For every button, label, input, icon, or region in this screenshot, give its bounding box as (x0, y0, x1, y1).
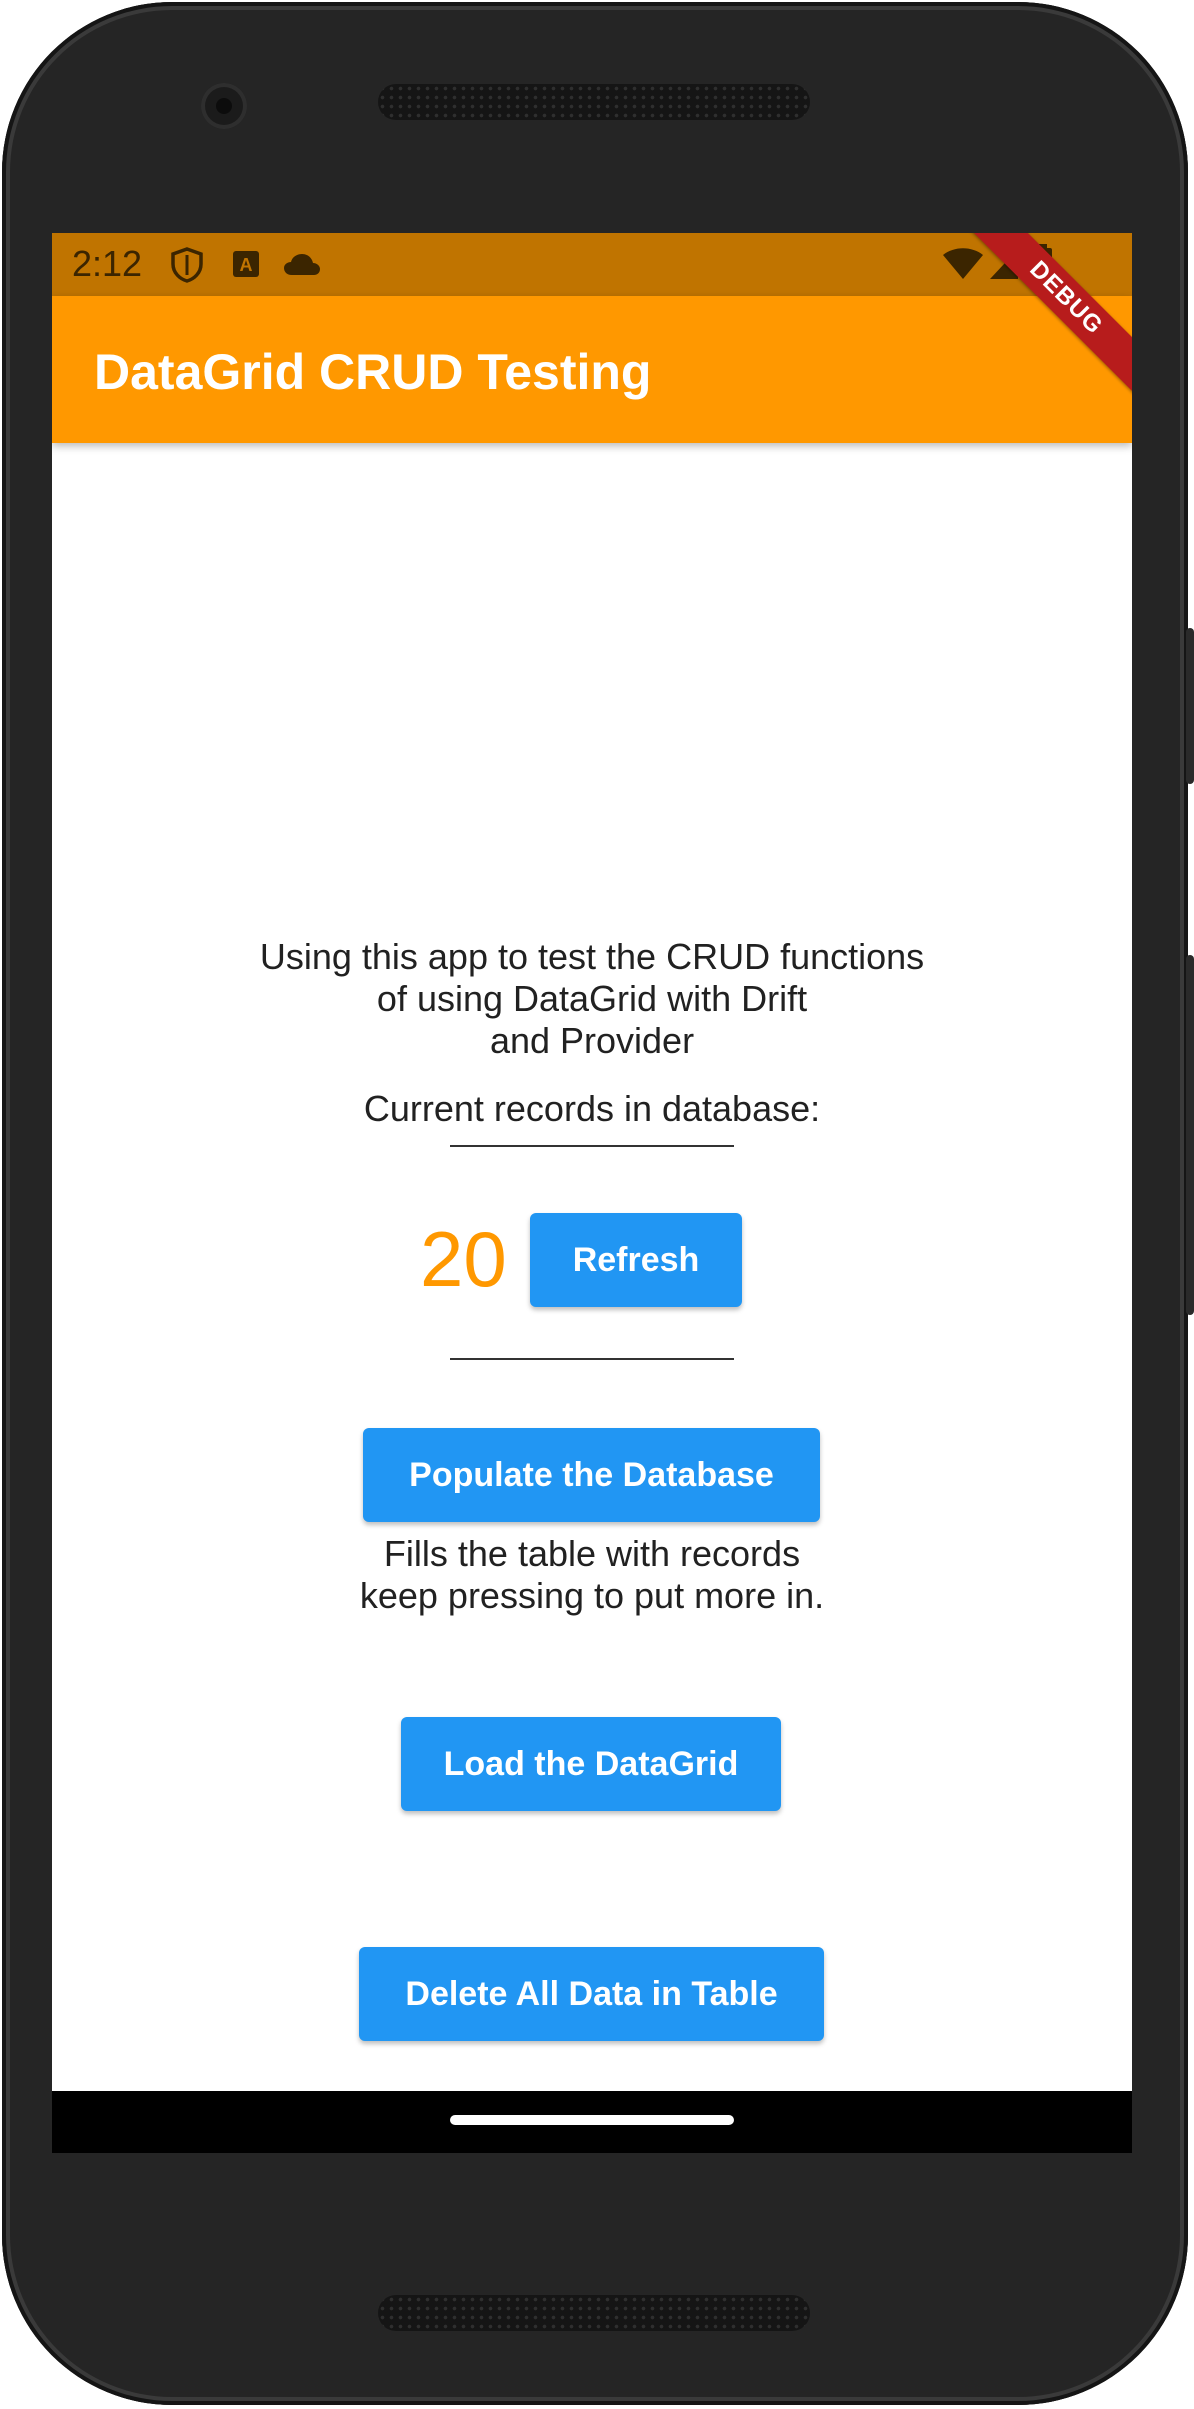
status-bar: 2:12 A (52, 233, 1132, 296)
bottom-speaker (378, 2295, 810, 2331)
intro-line-1: Using this app to test the CRUD function… (259, 936, 925, 977)
app-bar: DataGrid CRUD Testing (52, 296, 1132, 443)
populate-help-line-2: keep pressing to put more in. (359, 1575, 825, 1616)
populate-help-line-1: Fills the table with records (383, 1533, 801, 1574)
status-time: 2:12 (72, 243, 143, 284)
app-title: DataGrid CRUD Testing (94, 344, 652, 400)
intro-line-2: of using DataGrid with Drift (376, 978, 808, 1019)
main-content: Using this app to test the CRUD function… (52, 443, 1132, 2153)
top-divider (450, 1145, 734, 1147)
front-camera (201, 83, 247, 129)
records-label: Current records in database: (363, 1088, 821, 1129)
navigation-bar (52, 2091, 1132, 2153)
intro-line-3: and Provider (489, 1020, 695, 1061)
svg-text:A: A (240, 255, 253, 275)
wifi-icon (942, 247, 984, 286)
bottom-divider (450, 1358, 734, 1360)
a-badge-icon: A (232, 250, 260, 285)
load-datagrid-button[interactable]: Load the DataGrid (401, 1717, 781, 1811)
records-count: 20 (420, 1215, 507, 1303)
populate-database-button[interactable]: Populate the Database (363, 1428, 820, 1522)
refresh-button[interactable]: Refresh (530, 1213, 742, 1307)
home-gesture-handle[interactable] (450, 2115, 734, 2125)
delete-all-data-button[interactable]: Delete All Data in Table (359, 1947, 824, 2041)
power-button[interactable] (1186, 628, 1194, 784)
shield-icon (170, 247, 204, 288)
screen: 2:12 A DataGrid CRUD Testing DEBUG Using… (52, 233, 1132, 2153)
cloud-icon (282, 253, 322, 282)
volume-button[interactable] (1186, 955, 1194, 1315)
top-speaker (378, 84, 810, 120)
